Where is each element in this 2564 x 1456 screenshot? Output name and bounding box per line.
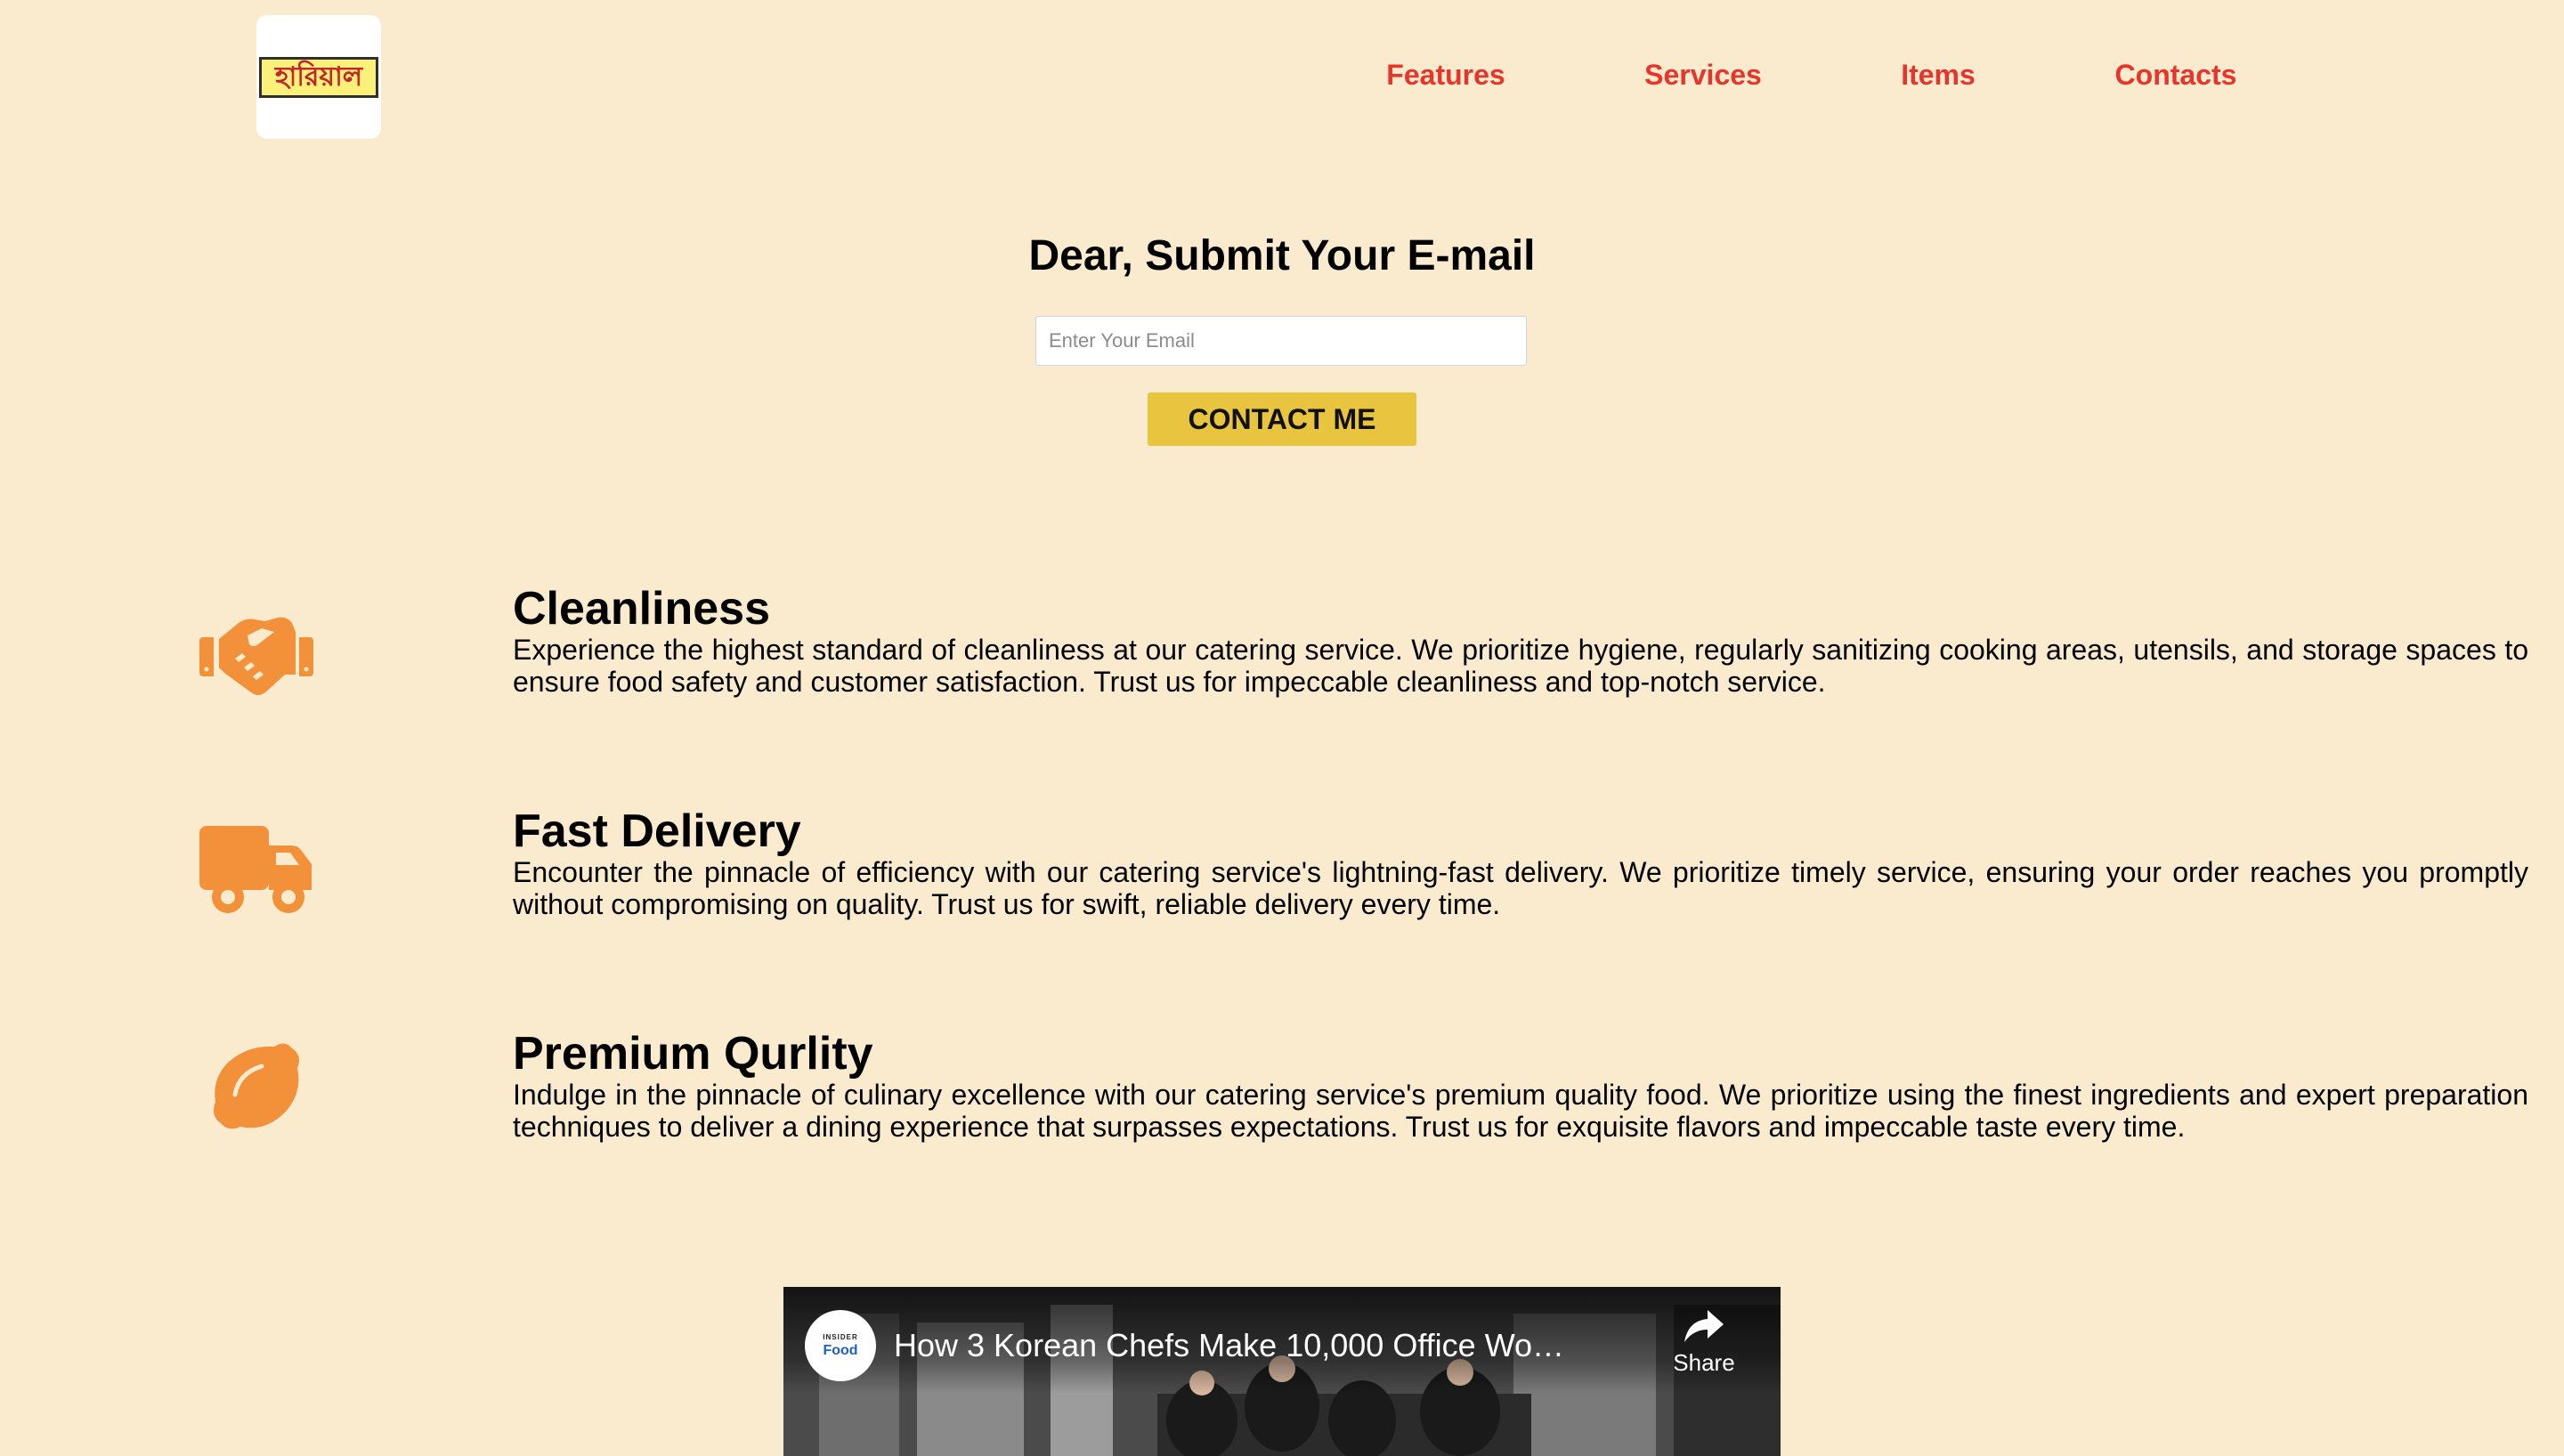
main-nav: Features Services Items Contacts (0, 55, 2564, 100)
feature-title: Cleanliness (513, 583, 771, 635)
nav-link-items[interactable]: Items (1901, 55, 1976, 94)
feature-description: Experience the highest standard of clean… (513, 634, 2528, 698)
lemon-icon (199, 1039, 313, 1137)
share-button[interactable]: Share (1659, 1306, 1749, 1376)
nav-link-features[interactable]: Features (1386, 55, 1505, 94)
nav-link-services[interactable]: Services (1644, 55, 1762, 94)
email-input[interactable] (1035, 316, 1527, 366)
contact-me-button[interactable]: CONTACT ME (1148, 392, 1416, 446)
truck-icon (199, 821, 313, 918)
feature-text: Fast Delivery Encounter the pinnacle of … (513, 806, 2528, 920)
feature-text: Premium Qurlity Indulge in the pinnacle … (513, 1029, 2528, 1143)
feature-description: Encounter the pinnacle of efficiency wit… (513, 856, 2528, 920)
feature-description: Indulge in the pinnacle of culinary exce… (513, 1079, 2528, 1143)
subscribe-title: Dear, Submit Your E-mail (1028, 232, 1536, 279)
video-embed[interactable]: INSIDER Food How 3 Korean Chefs Make 10,… (783, 1287, 1781, 1456)
feature-title: Premium Qurlity (513, 1028, 873, 1080)
channel-name-top: INSIDER (823, 1332, 858, 1341)
share-label: Share (1673, 1349, 1735, 1376)
feature-text: Cleanliness Experience the highest stand… (513, 584, 2528, 698)
share-icon (1684, 1310, 1724, 1342)
video-title[interactable]: How 3 Korean Chefs Make 10,000 Office Wo… (894, 1326, 1570, 1365)
nav-link-contacts[interactable]: Contacts (2115, 55, 2237, 94)
feature-title: Fast Delivery (513, 805, 801, 857)
channel-avatar[interactable]: INSIDER Food (805, 1310, 876, 1381)
channel-name-bottom: Food (823, 1342, 858, 1358)
handshake-icon (199, 605, 313, 703)
